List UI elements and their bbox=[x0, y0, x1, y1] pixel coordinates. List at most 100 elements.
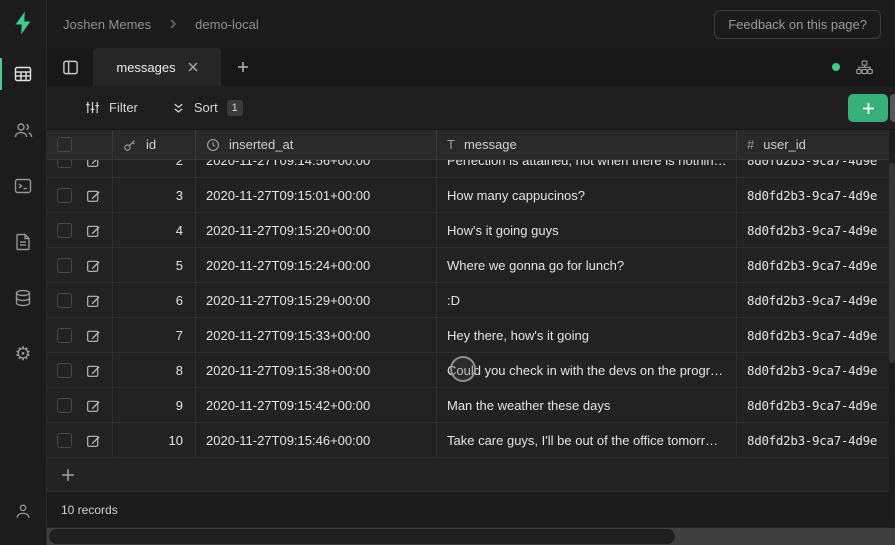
tab-messages[interactable]: messages bbox=[93, 48, 221, 86]
column-header-message[interactable]: T message bbox=[437, 130, 737, 159]
row-checkbox[interactable] bbox=[57, 363, 72, 378]
row-checkbox[interactable] bbox=[57, 398, 72, 413]
table-row[interactable]: 3 2020-11-27T09:15:01+00:00 How many cap… bbox=[47, 178, 895, 213]
cell-user-id[interactable]: 8d0fd2b3-9ca7-4d9e bbox=[737, 318, 895, 352]
cell-inserted-at[interactable]: 2020-11-27T09:15:38+00:00 bbox=[196, 353, 437, 387]
sort-button[interactable]: Sort 1 bbox=[172, 100, 243, 116]
select-all-checkbox[interactable] bbox=[57, 137, 72, 152]
grid-partial-row: 2 2020-11-27T09:14:56+00:00 Perfection i… bbox=[47, 160, 895, 178]
cell-id[interactable]: 10 bbox=[113, 423, 196, 457]
cell-id[interactable]: 4 bbox=[113, 213, 196, 247]
cell-message[interactable]: Hey there, how's it going bbox=[437, 318, 737, 352]
cell-inserted-at[interactable]: 2020-11-27T09:15:01+00:00 bbox=[196, 178, 437, 212]
cell-user-id[interactable]: 8d0fd2b3-9ca7-4d9e bbox=[737, 213, 895, 247]
add-row-button[interactable] bbox=[47, 458, 895, 492]
horizontal-scrollbar-thumb[interactable] bbox=[49, 529, 675, 544]
edit-row-icon[interactable] bbox=[86, 328, 101, 343]
cell-inserted-at[interactable]: 2020-11-27T09:15:46+00:00 bbox=[196, 423, 437, 457]
cell-id[interactable]: 7 bbox=[113, 318, 196, 352]
sidebar-item-sql-editor[interactable] bbox=[0, 166, 47, 206]
row-checkbox[interactable] bbox=[57, 293, 72, 308]
edit-row-icon[interactable] bbox=[86, 293, 101, 308]
edit-row-icon[interactable] bbox=[86, 188, 101, 203]
cell-message[interactable]: Man the weather these days bbox=[437, 388, 737, 422]
vertical-scrollbar[interactable] bbox=[889, 130, 895, 528]
column-header-inserted-at[interactable]: inserted_at bbox=[196, 130, 437, 159]
cell-inserted-at[interactable]: 2020-11-27T09:15:24+00:00 bbox=[196, 248, 437, 282]
cell-user-id[interactable]: 8d0fd2b3-9ca7-4d9e bbox=[737, 388, 895, 422]
insert-row-button[interactable] bbox=[848, 94, 888, 122]
edit-row-icon[interactable] bbox=[86, 363, 101, 378]
cell-id[interactable]: 5 bbox=[113, 248, 196, 282]
grid-partial-row-inner: 2 2020-11-27T09:14:56+00:00 Perfection i… bbox=[47, 160, 895, 178]
feedback-button[interactable]: Feedback on this page? bbox=[714, 10, 881, 39]
edit-row-icon[interactable] bbox=[86, 398, 101, 413]
edit-row-icon[interactable] bbox=[86, 223, 101, 238]
sidebar-item-account[interactable] bbox=[0, 491, 47, 531]
row-checkbox[interactable] bbox=[57, 223, 72, 238]
edit-row-icon[interactable] bbox=[86, 433, 101, 448]
plus-icon bbox=[862, 102, 875, 115]
supabase-logo-icon[interactable] bbox=[10, 10, 36, 36]
cell-inserted-at[interactable]: 2020-11-27T09:15:20+00:00 bbox=[196, 213, 437, 247]
table-row[interactable]: 7 2020-11-27T09:15:33+00:00 Hey there, h… bbox=[47, 318, 895, 353]
cell-user-id[interactable]: 8d0fd2b3-9ca7-4d9e bbox=[737, 178, 895, 212]
column-header-user-id[interactable]: # user_id bbox=[737, 130, 895, 159]
table-row[interactable]: 5 2020-11-27T09:15:24+00:00 Where we gon… bbox=[47, 248, 895, 283]
column-header-id[interactable]: id bbox=[113, 130, 196, 159]
cell-message[interactable]: Take care guys, I'll be out of the offic… bbox=[437, 423, 737, 457]
filter-button[interactable]: Filter bbox=[85, 100, 138, 115]
cell-message[interactable]: Perfection is attained, not when there i… bbox=[437, 160, 737, 178]
tab-close-icon[interactable] bbox=[188, 62, 198, 72]
table-row[interactable]: 4 2020-11-27T09:15:20+00:00 How's it goi… bbox=[47, 213, 895, 248]
cell-message[interactable]: Could you check in with the devs on the … bbox=[437, 353, 737, 387]
edit-row-icon[interactable] bbox=[86, 160, 101, 168]
sort-count-badge: 1 bbox=[227, 100, 243, 116]
cell-id[interactable]: 9 bbox=[113, 388, 196, 422]
row-checkbox[interactable] bbox=[57, 188, 72, 203]
sitemap-icon[interactable] bbox=[856, 60, 873, 75]
sidebar-collapse-button[interactable] bbox=[47, 48, 93, 86]
cell-message[interactable]: How's it going guys bbox=[437, 213, 737, 247]
hash-icon: # bbox=[747, 137, 754, 152]
table-row[interactable]: 2 2020-11-27T09:14:56+00:00 Perfection i… bbox=[47, 160, 895, 178]
sidebar-item-table-editor[interactable] bbox=[0, 54, 47, 94]
table-row[interactable]: 6 2020-11-27T09:15:29+00:00 :D 8d0fd2b3-… bbox=[47, 283, 895, 318]
filter-label: Filter bbox=[109, 100, 138, 115]
horizontal-scrollbar[interactable] bbox=[47, 528, 895, 545]
cell-id[interactable]: 2 bbox=[113, 160, 196, 178]
cell-inserted-at[interactable]: 2020-11-27T09:15:29+00:00 bbox=[196, 283, 437, 317]
cell-message[interactable]: :D bbox=[437, 283, 737, 317]
cell-inserted-at[interactable]: 2020-11-27T09:14:56+00:00 bbox=[196, 160, 437, 178]
cell-id[interactable]: 8 bbox=[113, 353, 196, 387]
cell-user-id[interactable]: 8d0fd2b3-9ca7-4d9e bbox=[737, 423, 895, 457]
row-checkbox[interactable] bbox=[57, 328, 72, 343]
row-checkbox[interactable] bbox=[57, 160, 72, 168]
table-row[interactable]: 8 2020-11-27T09:15:38+00:00 Could you ch… bbox=[47, 353, 895, 388]
cell-user-id[interactable]: 8d0fd2b3-9ca7-4d9e bbox=[737, 248, 895, 282]
cell-message[interactable]: Where we gonna go for lunch? bbox=[437, 248, 737, 282]
new-tab-button[interactable] bbox=[221, 48, 265, 86]
cell-id[interactable]: 6 bbox=[113, 283, 196, 317]
cell-user-id[interactable]: 8d0fd2b3-9ca7-4d9e bbox=[737, 353, 895, 387]
vertical-scrollbar-thumb[interactable] bbox=[889, 163, 895, 363]
table-row[interactable]: 9 2020-11-27T09:15:42+00:00 Man the weat… bbox=[47, 388, 895, 423]
cell-inserted-at[interactable]: 2020-11-27T09:15:33+00:00 bbox=[196, 318, 437, 352]
cell-user-id[interactable]: 8d0fd2b3-9ca7-4d9e bbox=[737, 283, 895, 317]
cell-inserted-at[interactable]: 2020-11-27T09:15:42+00:00 bbox=[196, 388, 437, 422]
edit-row-icon[interactable] bbox=[86, 258, 101, 273]
cell-id[interactable]: 3 bbox=[113, 178, 196, 212]
sidebar-item-settings[interactable]: ⚙ bbox=[0, 334, 47, 374]
sidebar-item-docs[interactable] bbox=[0, 222, 47, 262]
row-checkbox[interactable] bbox=[57, 433, 72, 448]
cell-message[interactable]: How many cappucinos? bbox=[437, 178, 737, 212]
cell-user-id[interactable]: 8d0fd2b3-9ca7-4d9e bbox=[737, 160, 895, 178]
row-checkbox[interactable] bbox=[57, 258, 72, 273]
breadcrumb-org[interactable]: Joshen Memes bbox=[63, 17, 151, 32]
clipped-edge-element bbox=[890, 94, 895, 122]
column-label: id bbox=[146, 137, 156, 152]
breadcrumb-project[interactable]: demo-local bbox=[195, 17, 259, 32]
table-row[interactable]: 10 2020-11-27T09:15:46+00:00 Take care g… bbox=[47, 423, 895, 458]
sidebar-item-database[interactable] bbox=[0, 278, 47, 318]
sidebar-item-authentication[interactable] bbox=[0, 110, 47, 150]
